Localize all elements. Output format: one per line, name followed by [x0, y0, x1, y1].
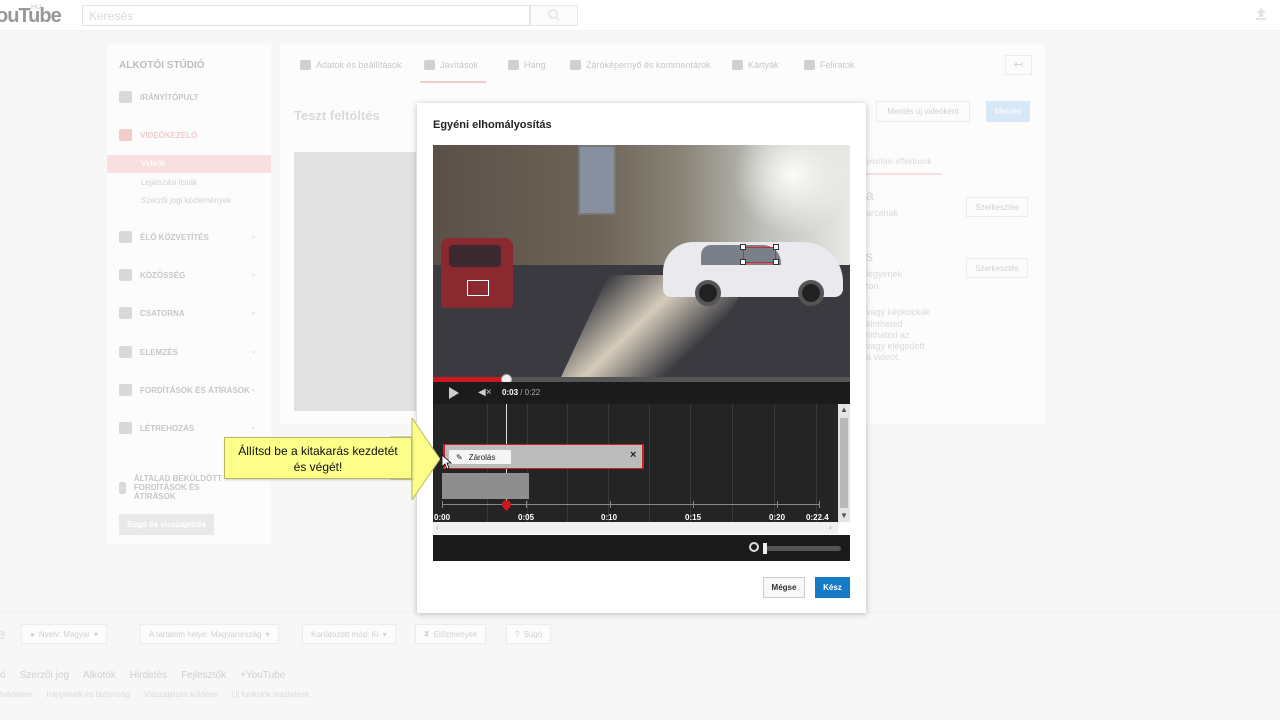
tick-label: 0:15 — [685, 513, 702, 522]
lock-toggle[interactable]: ✎ Zárolás — [449, 450, 511, 464]
tick-label: 0:20 — [769, 513, 786, 522]
scrollbar-thumb[interactable] — [840, 418, 848, 508]
tick-label: 0:10 — [601, 513, 618, 522]
callout-line1: Állítsd be a kitakarás kezdetét — [238, 444, 398, 458]
total-time: / 0:22 — [518, 388, 541, 397]
zoom-slider[interactable] — [764, 546, 841, 551]
done-button[interactable]: Kész — [815, 577, 850, 598]
zoom-slider-thumb[interactable] — [763, 543, 767, 554]
scroll-up-icon[interactable]: ▲ — [840, 405, 848, 414]
scroll-right-icon[interactable]: › — [829, 523, 832, 532]
axis-tick — [526, 501, 527, 508]
axis-tick — [693, 501, 694, 508]
mouse-cursor-icon — [442, 455, 452, 469]
axis-tick — [777, 501, 778, 508]
resize-handle[interactable] — [773, 244, 779, 250]
video-player[interactable] — [433, 145, 850, 377]
scroll-left-icon[interactable]: ‹ — [436, 523, 439, 532]
video-scene-wheel — [798, 280, 824, 306]
tick-label: 0:00 — [434, 513, 451, 522]
close-icon[interactable]: × — [630, 449, 636, 461]
pin-icon: ✎ — [456, 452, 463, 462]
tick-label: 0:22.4 — [806, 513, 829, 522]
timeline-horizontal-scrollbar[interactable] — [433, 522, 838, 534]
resize-handle[interactable] — [740, 259, 746, 265]
tutorial-callout: Állítsd be a kitakarás kezdetét és végét… — [224, 437, 412, 479]
time-display: 0:03 / 0:22 — [502, 388, 540, 397]
callout-line2: és végét! — [293, 460, 343, 474]
axis-tick — [610, 501, 611, 508]
scroll-down-icon[interactable]: ▼ — [840, 511, 848, 520]
tick-label: 0:05 — [518, 513, 535, 522]
resize-handle[interactable] — [773, 259, 779, 265]
cancel-button[interactable]: Mégse — [763, 577, 805, 598]
current-time: 0:03 — [502, 388, 519, 397]
video-scene-red-car-window — [449, 245, 501, 267]
mute-icon[interactable]: ◀× — [478, 387, 492, 398]
video-scene-window — [578, 145, 616, 215]
timeline-axis — [442, 504, 820, 505]
second-blur-clip[interactable] — [442, 473, 529, 499]
play-icon[interactable] — [449, 387, 459, 399]
video-scene-sunlight — [733, 145, 850, 235]
blur-region-box[interactable] — [467, 280, 489, 296]
zoom-icon — [749, 542, 759, 552]
dialog-title: Egyéni elhomályosítás — [433, 119, 552, 131]
resize-handle[interactable] — [740, 244, 746, 250]
axis-tick — [442, 501, 443, 508]
axis-tick — [819, 501, 820, 508]
selected-blur-region[interactable] — [743, 247, 776, 263]
video-scene-wheel — [695, 280, 721, 306]
player-controls — [433, 382, 850, 404]
